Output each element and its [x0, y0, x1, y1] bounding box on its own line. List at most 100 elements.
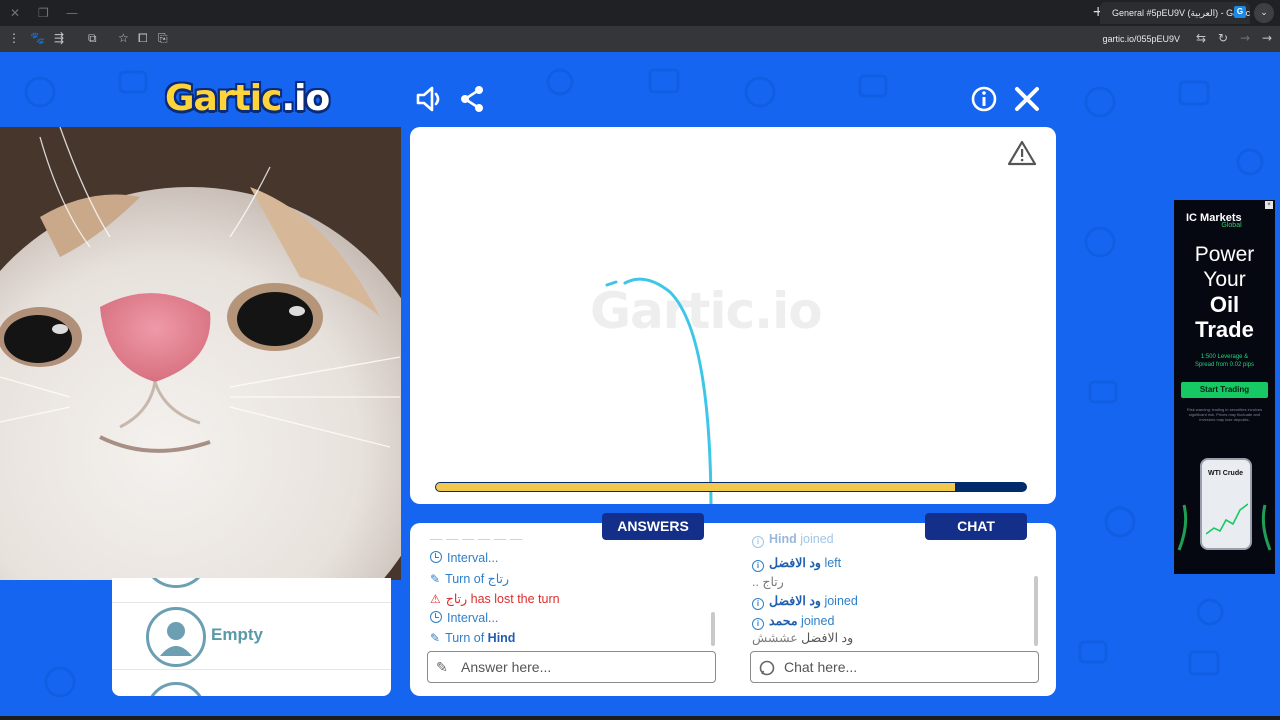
back-icon[interactable]: → [1262, 31, 1272, 45]
chat-line-text: عششش [752, 631, 802, 645]
answer-line: ✎ Turn of رتاج [430, 571, 509, 586]
player-name: Hind [487, 631, 516, 645]
pencil-icon: ✎ [436, 659, 448, 675]
ad-headline-line: Oil [1209, 292, 1240, 317]
player-name: رتاج [487, 572, 510, 586]
bottom-bar [0, 716, 1280, 720]
screenshot-icon[interactable]: ⎘ [158, 31, 168, 46]
warning-icon: ⚠ [430, 592, 441, 606]
player-name: ود الافضل [769, 594, 821, 608]
browser-tab-bar: ✕ ❐ — + ✕ General #5pEU9V (العربية) - Ga… [0, 0, 1280, 26]
cat-face-image [0, 127, 401, 580]
bookmark-star-icon[interactable]: ☆ [118, 31, 129, 45]
player-name: Hind [769, 532, 797, 546]
ad-subtext: 1:500 Leverage & Spread from 0.02 pips [1174, 353, 1275, 369]
avatar-icon [146, 607, 206, 667]
player-name: محمد [769, 614, 798, 628]
window-maximize-icon[interactable]: ❐ [38, 6, 49, 20]
info-icon[interactable] [969, 84, 999, 114]
chat-input-placeholder: Chat here... [784, 659, 858, 675]
extensions-icon[interactable]: ⧠ [138, 31, 148, 46]
report-warning-icon[interactable] [1007, 139, 1037, 167]
answer-line: ⚠ رتاج has lost the turn [430, 591, 560, 606]
answers-line-cut: — — — — — — [430, 532, 523, 546]
chat-scrollbar[interactable] [1034, 576, 1038, 646]
player-name: ود الافضل [769, 556, 821, 570]
chat-line-text: left [820, 556, 842, 570]
ad-headline-line: Your [1203, 268, 1246, 291]
ad-brand: IC Markets Global [1186, 212, 1242, 229]
chat-line: ود الافضل عششش [752, 630, 853, 645]
tab-title: General #5pEU9V (العربية) - Gartic [1112, 8, 1250, 18]
site-settings-icon[interactable]: ⇆ [1196, 31, 1206, 45]
player-name: رتاج [445, 592, 468, 606]
answer-input[interactable]: ✎ Answer here... [427, 651, 716, 683]
avatar [146, 682, 206, 696]
answer-input-placeholder: Answer here... [461, 659, 552, 675]
chat-line-text: .. رتاج [752, 575, 784, 589]
window-minimize-icon[interactable]: — [66, 6, 78, 20]
avatar [146, 578, 206, 588]
info-icon: i [752, 560, 764, 572]
gartic-logo: Gartic.io [165, 78, 330, 119]
chat-line-text: joined [797, 614, 835, 628]
answers-scrollbar[interactable] [711, 612, 715, 646]
chat-line: .. رتاج [752, 574, 784, 589]
chat-bubble-icon [759, 660, 775, 676]
active-tab[interactable]: General #5pEU9V (العربية) - Gartic G [1100, 2, 1250, 24]
extension-icon[interactable]: 🐾 [30, 31, 45, 45]
chat-line: i Hind joined [752, 532, 834, 548]
ad-close-icon[interactable]: × [1265, 201, 1273, 209]
answer-line: Interval... [430, 551, 498, 565]
sound-icon[interactable] [414, 84, 444, 114]
menu-dots-icon[interactable]: ⋮ [8, 31, 20, 45]
window-close-icon[interactable]: ✕ [10, 6, 20, 20]
chat-line: i ود الافضل joined [752, 593, 858, 610]
logo-text: Gartic [165, 78, 282, 119]
player-list: Empty [112, 578, 391, 696]
chat-feed: i Hind joined i ود الافضل left .. رتاج i ود… [752, 530, 1032, 647]
clock-icon [430, 551, 442, 563]
drawing-canvas[interactable]: Gartic.io [410, 127, 1056, 504]
player-slot-label: Empty [211, 625, 263, 644]
ad-cta-button[interactable]: Start Trading [1181, 382, 1268, 398]
ad-disclaimer: Risk warning: trading in securities invo… [1186, 407, 1263, 422]
tab-search-icon[interactable]: ⌄ [1254, 3, 1274, 23]
drawing-stroke [605, 277, 713, 504]
chat-line: i محمد joined [752, 613, 834, 630]
advertisement[interactable]: × IC Markets Global Power Your Oil Trade… [1174, 200, 1275, 574]
answers-feed: — — — — — — Interval... ✎ Turn of رتاج ⚠ ر… [430, 530, 710, 647]
player-name: ود الافضل [801, 631, 854, 645]
timer-progress-fill [436, 483, 956, 491]
info-icon: i [752, 536, 764, 548]
chat-line-text: joined [820, 594, 858, 608]
ad-headline: Power Your Oil Trade [1174, 242, 1275, 342]
answer-line-text: Interval... [447, 551, 499, 565]
ad-headline-line: Power [1194, 243, 1255, 266]
answer-line-text: Turn of [445, 572, 488, 586]
pencil-icon: ✎ [430, 631, 441, 645]
reload-icon[interactable]: ↻ [1218, 31, 1228, 45]
answer-line-text: has lost the turn [467, 592, 560, 606]
answer-line: ✎ Turn of Hind [430, 631, 515, 645]
close-icon[interactable] [1012, 84, 1042, 114]
clock-icon [430, 611, 442, 623]
browser-toolbar: ⋮ 🐾 ⇶ ⧉ ☆ ⧠ ⎘ gartic.io/055pEU9V ⇆ ↻ → → [0, 26, 1280, 52]
info-icon: i [752, 598, 764, 610]
ad-headline-line: Trade [1195, 317, 1254, 342]
chat-line: i ود الافضل left [752, 555, 841, 572]
share-icon[interactable] [457, 84, 487, 114]
extension-icon[interactable]: ⇶ [54, 31, 64, 45]
address-bar[interactable]: gartic.io/055pEU9V [1102, 34, 1180, 44]
player-slot[interactable]: Empty [112, 602, 391, 670]
forward-icon[interactable]: → [1240, 31, 1250, 45]
answer-line-text: Interval... [447, 611, 499, 625]
favicon-icon: G [1234, 6, 1246, 18]
ad-subtext-line: Spread from 0.02 pips [1194, 362, 1255, 368]
answer-line: Interval... [430, 611, 498, 625]
webcam-overlay [0, 127, 401, 580]
chat-input[interactable]: Chat here... [750, 651, 1039, 683]
info-icon: i [752, 618, 764, 630]
timer-progress-bar [435, 482, 1027, 492]
tab-groups-icon[interactable]: ⧉ [88, 31, 97, 46]
